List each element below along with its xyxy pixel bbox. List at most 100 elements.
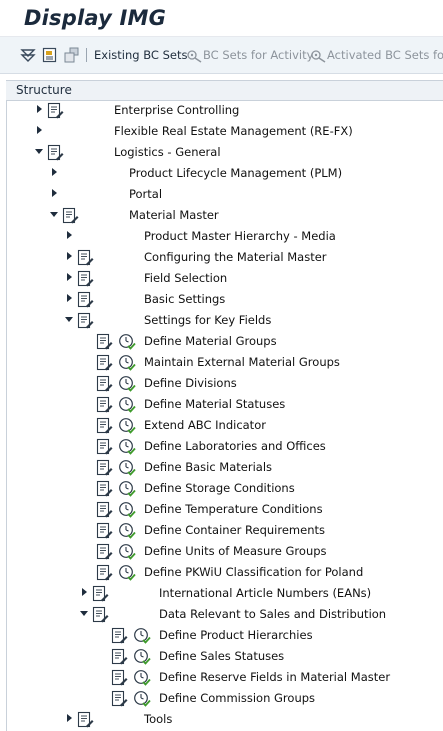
tree-row[interactable]: Basic Settings <box>0 289 443 310</box>
tree-row[interactable]: Define Material Statuses <box>0 394 443 415</box>
tree-row[interactable]: Settings for Key Fields <box>0 310 443 331</box>
collapse-arrow-icon[interactable] <box>34 146 46 158</box>
tree-row[interactable]: Define Temperature Conditions <box>0 499 443 520</box>
execute-activity-icon[interactable] <box>118 564 136 582</box>
expand-arrow-icon[interactable] <box>79 587 91 599</box>
document-icon[interactable] <box>76 711 94 729</box>
expand-arrow-icon[interactable] <box>64 251 76 263</box>
collapse-arrow-icon[interactable] <box>49 209 61 221</box>
document-icon[interactable] <box>76 312 94 330</box>
tree-row[interactable]: Define Units of Measure Groups <box>0 541 443 562</box>
tree-node-label[interactable]: Define Sales Statuses <box>159 649 284 663</box>
tree-node-label[interactable]: Material Master <box>129 208 219 222</box>
tree-node-label[interactable]: Data Relevant to Sales and Distribution <box>159 607 386 621</box>
tree-row[interactable]: Define Laboratories and Offices <box>0 436 443 457</box>
tree-row[interactable]: Configuring the Material Master <box>0 247 443 268</box>
tree-node-label[interactable]: Settings for Key Fields <box>144 313 271 327</box>
tree-node-label[interactable]: Enterprise Controlling <box>114 103 239 117</box>
project-icon[interactable] <box>64 47 80 63</box>
execute-activity-icon[interactable] <box>118 480 136 498</box>
execute-activity-icon[interactable] <box>133 648 151 666</box>
tree-node-label[interactable]: Basic Settings <box>144 292 225 306</box>
execute-activity-icon[interactable] <box>118 375 136 393</box>
tree-row[interactable]: Material Master <box>0 205 443 226</box>
tree-row[interactable]: Define Sales Statuses <box>0 646 443 667</box>
tree-row[interactable]: Product Lifecycle Management (PLM) <box>0 163 443 184</box>
tree-node-label[interactable]: Define Units of Measure Groups <box>144 544 327 558</box>
tree-node-label[interactable]: Define Container Requirements <box>144 523 325 537</box>
tree-node-label[interactable]: Define Material Groups <box>144 334 277 348</box>
expand-arrow-icon[interactable] <box>64 713 76 725</box>
document-icon[interactable] <box>76 249 94 267</box>
execute-activity-icon[interactable] <box>118 459 136 477</box>
execute-activity-icon[interactable] <box>118 417 136 435</box>
tree-row[interactable]: Flexible Real Estate Management (RE-FX) <box>0 121 443 142</box>
tree-node-label[interactable]: Product Lifecycle Management (PLM) <box>129 166 342 180</box>
expand-arrow-icon[interactable] <box>64 293 76 305</box>
tree-row[interactable]: Data Relevant to Sales and Distribution <box>0 604 443 625</box>
tree-node-label[interactable]: Product Master Hierarchy - Media <box>144 229 336 243</box>
tree-node-label[interactable]: Flexible Real Estate Management (RE-FX) <box>114 124 353 138</box>
tree-row[interactable]: Define Product Hierarchies <box>0 625 443 646</box>
document-icon[interactable] <box>46 144 64 162</box>
tree-node-label[interactable]: Define Laboratories and Offices <box>144 439 326 453</box>
collapse-arrow-icon[interactable] <box>64 314 76 326</box>
tree-node-label[interactable]: Define Storage Conditions <box>144 481 295 495</box>
tree-row[interactable]: Define Storage Conditions <box>0 478 443 499</box>
tree-node-label[interactable]: Define Commission Groups <box>159 691 315 705</box>
expand-arrow-icon[interactable] <box>49 167 61 179</box>
tree-row[interactable]: Tools <box>0 709 443 730</box>
tree-row[interactable]: Portal <box>0 184 443 205</box>
expand-arrow-icon[interactable] <box>34 104 46 116</box>
bc-sets-for-activity-button[interactable]: BC Sets for Activity <box>203 48 313 62</box>
existing-bc-sets-button[interactable]: Existing BC Sets <box>94 48 187 62</box>
expand-arrow-icon[interactable] <box>64 272 76 284</box>
document-icon[interactable] <box>76 270 94 288</box>
document-icon[interactable] <box>76 291 94 309</box>
expand-arrow-icon[interactable] <box>64 230 76 242</box>
tree-row[interactable]: Product Master Hierarchy - Media <box>0 226 443 247</box>
expand-arrow-icon[interactable] <box>34 125 46 137</box>
tree-node-label[interactable]: Portal <box>129 187 162 201</box>
execute-activity-icon[interactable] <box>133 690 151 708</box>
execute-activity-icon[interactable] <box>133 669 151 687</box>
tree-node-label[interactable]: Define Reserve Fields in Material Master <box>159 670 390 684</box>
execute-activity-icon[interactable] <box>118 333 136 351</box>
tree-node-label[interactable]: Define Material Statuses <box>144 397 285 411</box>
execute-activity-icon[interactable] <box>118 396 136 414</box>
tree-row[interactable]: Define PKWiU Classification for Poland <box>0 562 443 583</box>
tree-row[interactable]: Define Material Groups <box>0 331 443 352</box>
tree-row[interactable]: International Article Numbers (EANs) <box>0 583 443 604</box>
tree-node-label[interactable]: Extend ABC Indicator <box>144 418 266 432</box>
activated-bc-sets-button[interactable]: Activated BC Sets for A <box>327 48 443 62</box>
tree-row[interactable]: Define Divisions <box>0 373 443 394</box>
collapse-arrow-icon[interactable] <box>79 608 91 620</box>
tree-row[interactable]: Enterprise Controlling <box>0 100 443 121</box>
execute-activity-icon[interactable] <box>133 627 151 645</box>
tree-node-label[interactable]: Define Product Hierarchies <box>159 628 313 642</box>
tree-node-label[interactable]: Logistics - General <box>114 145 221 159</box>
tree-row[interactable]: Field Selection <box>0 268 443 289</box>
tree-row[interactable]: Define Commission Groups <box>0 688 443 709</box>
tree-row[interactable]: Define Basic Materials <box>0 457 443 478</box>
execute-activity-icon[interactable] <box>118 354 136 372</box>
tree-row[interactable]: Extend ABC Indicator <box>0 415 443 436</box>
tree-node-label[interactable]: Field Selection <box>144 271 227 285</box>
tree-node-label[interactable]: International Article Numbers (EANs) <box>159 586 371 600</box>
tree-node-label[interactable]: Define Basic Materials <box>144 460 272 474</box>
tree-node-label[interactable]: Define Divisions <box>144 376 237 390</box>
tree-row[interactable]: Define Container Requirements <box>0 520 443 541</box>
tree-row[interactable]: Define Reserve Fields in Material Master <box>0 667 443 688</box>
document-icon[interactable] <box>91 606 109 624</box>
tree-node-label[interactable]: Define Temperature Conditions <box>144 502 323 516</box>
execute-activity-icon[interactable] <box>118 438 136 456</box>
favorites-icon[interactable] <box>42 47 58 63</box>
expand-arrow-icon[interactable] <box>49 188 61 200</box>
tree-row[interactable]: Logistics - General <box>0 142 443 163</box>
expand-all-icon[interactable] <box>20 47 36 63</box>
document-icon[interactable] <box>91 585 109 603</box>
tree-node-label[interactable]: Maintain External Material Groups <box>144 355 340 369</box>
execute-activity-icon[interactable] <box>118 501 136 519</box>
document-icon[interactable] <box>61 207 79 225</box>
execute-activity-icon[interactable] <box>118 522 136 540</box>
